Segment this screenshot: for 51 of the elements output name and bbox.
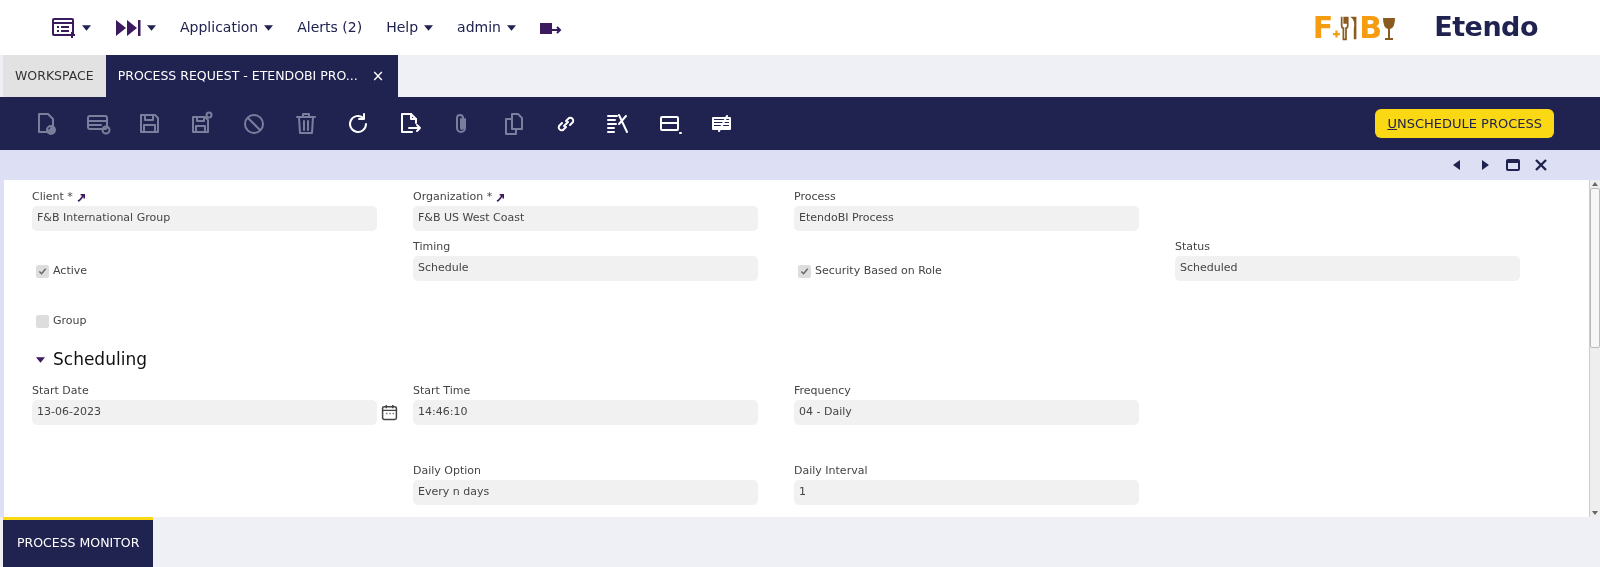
calendar-icon[interactable] xyxy=(381,404,398,421)
maximize-icon[interactable] xyxy=(1506,158,1520,172)
logout-icon xyxy=(539,20,562,35)
checkbox-label: Group xyxy=(53,313,87,330)
input-field[interactable]: 1 xyxy=(794,480,1139,505)
food-beverage-logo: F B xyxy=(1312,12,1397,43)
menu-button[interactable]: admin xyxy=(447,17,526,38)
input-field[interactable]: 13-06-2023 xyxy=(32,400,377,425)
checkbox[interactable] xyxy=(798,265,811,278)
input-field[interactable]: Schedule xyxy=(413,256,758,281)
list-icon xyxy=(52,16,76,39)
field-label: Frequency xyxy=(794,382,851,399)
caret-icon xyxy=(36,357,45,363)
field-label: Client * xyxy=(32,188,73,205)
link-arrow-icon[interactable] xyxy=(496,192,506,202)
field-label: Process xyxy=(794,188,836,205)
section-header[interactable]: Scheduling xyxy=(32,338,1589,382)
field-label: Start Time xyxy=(413,382,471,399)
tab[interactable]: WORKSPACE xyxy=(3,55,106,97)
input-field[interactable]: F&B US West Coast xyxy=(413,206,758,231)
check-icon xyxy=(38,267,47,276)
menu-button[interactable]: Help xyxy=(376,17,444,38)
close-icon[interactable]: × xyxy=(371,64,385,88)
link-arrow-icon[interactable] xyxy=(76,192,86,202)
field-label: Daily Interval xyxy=(794,462,868,479)
checkbox-label: Security Based on Role xyxy=(815,263,942,280)
checkbox[interactable] xyxy=(36,265,49,278)
checkbox-label: Active xyxy=(53,263,88,280)
scroll-thumb[interactable] xyxy=(1590,188,1600,348)
input-field[interactable]: 04 - Daily xyxy=(794,400,1139,425)
field-label: Daily Option xyxy=(413,462,482,479)
fast-forward-icon xyxy=(115,18,141,37)
menu-button[interactable]: Application xyxy=(170,17,284,38)
tab[interactable]: PROCESS MONITOR xyxy=(3,517,154,567)
input-field[interactable]: Scheduled xyxy=(1175,256,1520,281)
input-field[interactable]: Every n days xyxy=(413,480,758,505)
field-label: Organization * xyxy=(413,188,493,205)
field-label: Status xyxy=(1175,238,1211,255)
scrollbar[interactable] xyxy=(1589,180,1600,517)
check-icon xyxy=(800,267,809,276)
input-field[interactable]: EtendoBI Process xyxy=(794,206,1139,231)
field-label: Timing xyxy=(413,238,451,255)
close-icon[interactable] xyxy=(1534,158,1548,172)
unschedule-button[interactable]: UNSCHEDULE PROCESS xyxy=(1375,108,1554,139)
tab[interactable]: PROCESS REQUEST - ETENDOBI PRO... xyxy=(117,66,358,86)
field-label: Start Date xyxy=(32,382,89,399)
brand-logo: Etendo xyxy=(1434,10,1538,45)
checkbox[interactable] xyxy=(36,315,49,328)
input-field[interactable]: 14:46:10 xyxy=(413,400,758,425)
input-field[interactable]: F&B International Group xyxy=(32,206,377,231)
menu-button[interactable]: Alerts (2) xyxy=(287,17,373,38)
